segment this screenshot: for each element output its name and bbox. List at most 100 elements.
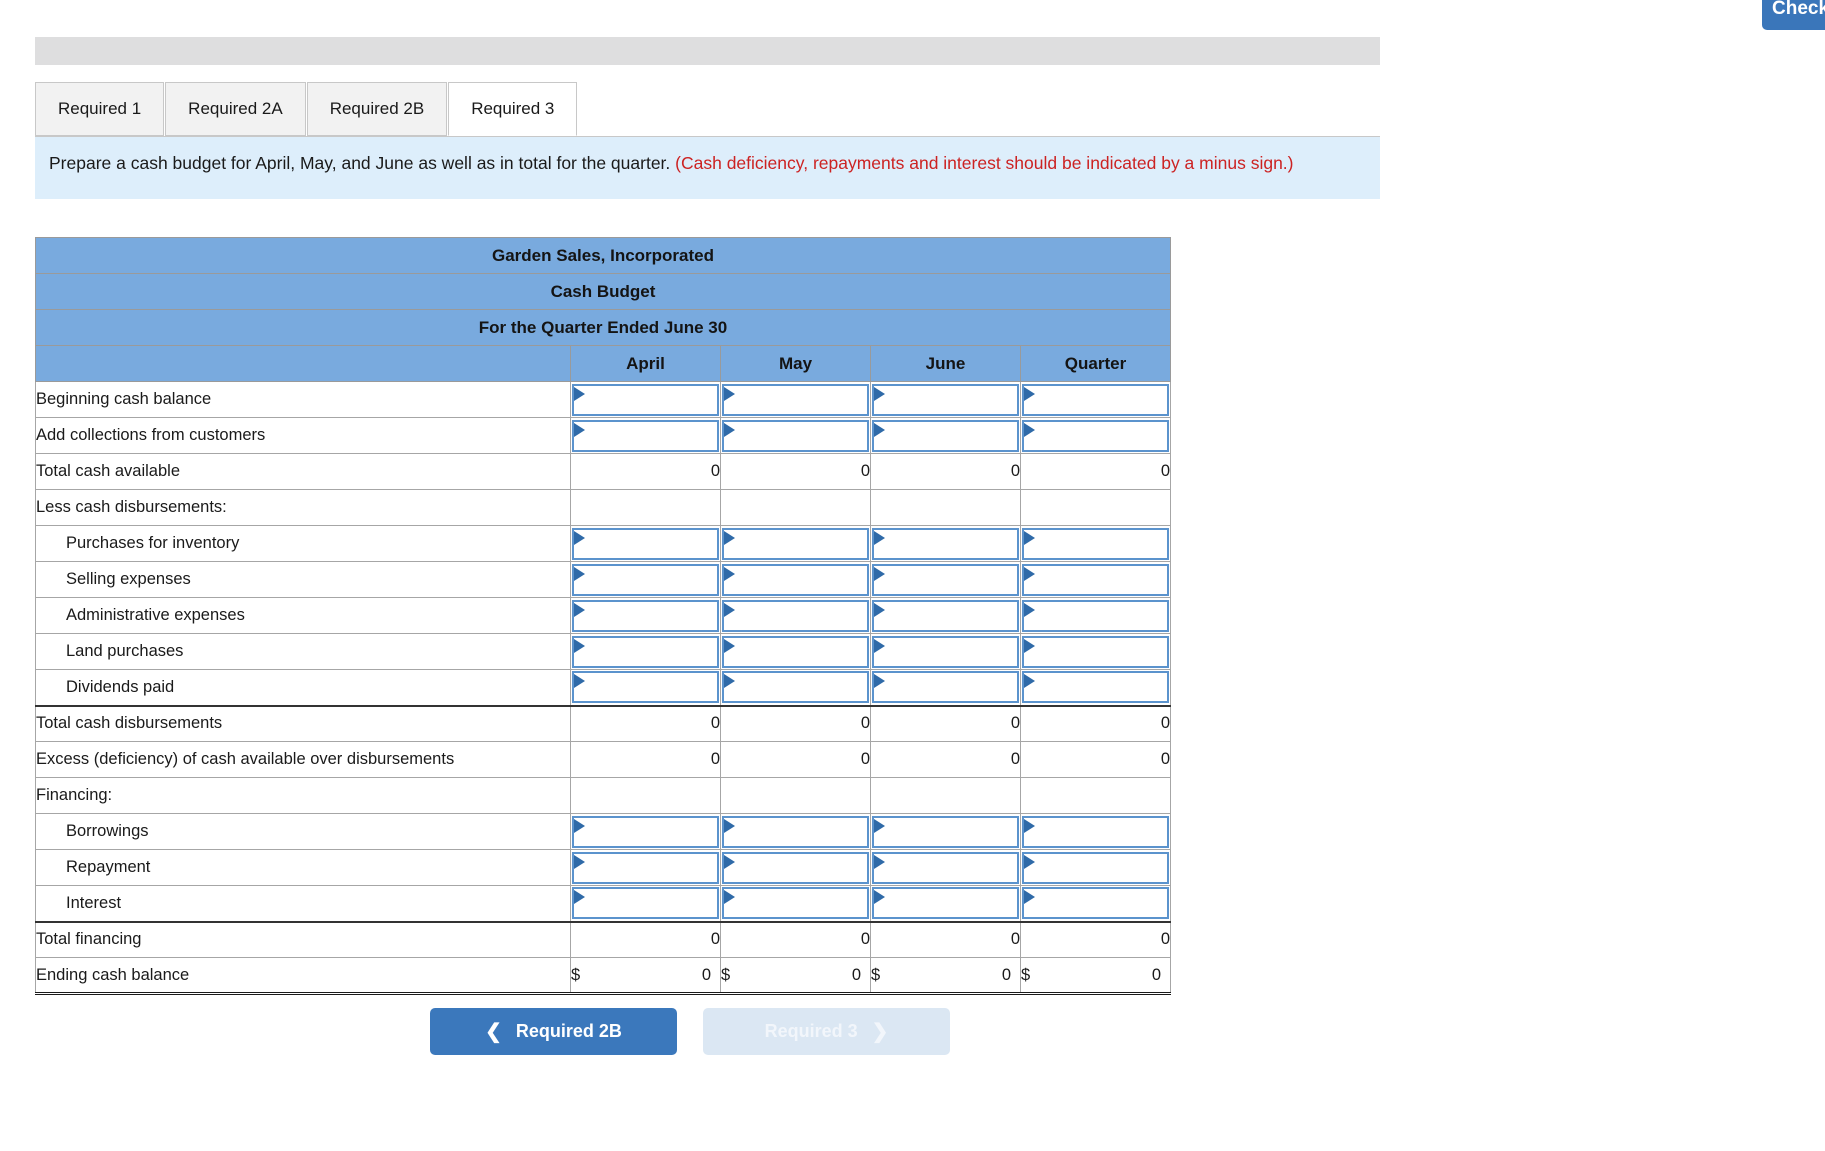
- prev-requirement-button[interactable]: ❮ Required 2B: [430, 1008, 677, 1055]
- amount-input[interactable]: [724, 529, 867, 558]
- amount-input-wrapper[interactable]: [872, 671, 1019, 704]
- input-cell[interactable]: [720, 417, 871, 454]
- amount-input[interactable]: [724, 817, 867, 846]
- amount-input-wrapper[interactable]: [572, 635, 719, 668]
- amount-input-wrapper[interactable]: [872, 383, 1019, 416]
- input-cell[interactable]: [870, 561, 1021, 598]
- amount-input-wrapper[interactable]: [1022, 851, 1169, 884]
- amount-input-wrapper[interactable]: [1022, 635, 1169, 668]
- amount-input-wrapper[interactable]: [1022, 563, 1169, 596]
- amount-input-wrapper[interactable]: [722, 671, 869, 704]
- amount-input[interactable]: [574, 673, 717, 702]
- amount-input-wrapper[interactable]: [722, 419, 869, 452]
- amount-input-wrapper[interactable]: [872, 599, 1019, 632]
- amount-input-wrapper[interactable]: [1022, 887, 1169, 920]
- amount-input[interactable]: [874, 889, 1017, 918]
- input-cell[interactable]: [720, 633, 871, 670]
- amount-input[interactable]: [574, 601, 717, 630]
- input-cell[interactable]: [570, 381, 721, 418]
- amount-input-wrapper[interactable]: [722, 887, 869, 920]
- amount-input-wrapper[interactable]: [722, 527, 869, 560]
- amount-input-wrapper[interactable]: [572, 419, 719, 452]
- input-cell[interactable]: [570, 813, 721, 850]
- amount-input[interactable]: [874, 529, 1017, 558]
- amount-input[interactable]: [574, 421, 717, 450]
- amount-input-wrapper[interactable]: [722, 599, 869, 632]
- tab-required-1[interactable]: Required 1: [35, 82, 165, 136]
- input-cell[interactable]: [1020, 813, 1171, 850]
- amount-input-wrapper[interactable]: [1022, 599, 1169, 632]
- amount-input-wrapper[interactable]: [572, 599, 719, 632]
- amount-input-wrapper[interactable]: [572, 563, 719, 596]
- amount-input[interactable]: [1024, 817, 1167, 846]
- amount-input[interactable]: [724, 637, 867, 666]
- input-cell[interactable]: [1020, 885, 1171, 922]
- amount-input-wrapper[interactable]: [572, 815, 719, 848]
- amount-input-wrapper[interactable]: [1022, 527, 1169, 560]
- amount-input[interactable]: [724, 601, 867, 630]
- amount-input[interactable]: [724, 565, 867, 594]
- input-cell[interactable]: [1020, 561, 1171, 598]
- input-cell[interactable]: [870, 381, 1021, 418]
- amount-input-wrapper[interactable]: [572, 851, 719, 884]
- amount-input-wrapper[interactable]: [572, 527, 719, 560]
- amount-input-wrapper[interactable]: [1022, 419, 1169, 452]
- input-cell[interactable]: [870, 525, 1021, 562]
- input-cell[interactable]: [720, 813, 871, 850]
- input-cell[interactable]: [570, 633, 721, 670]
- input-cell[interactable]: [720, 597, 871, 634]
- amount-input-wrapper[interactable]: [572, 887, 719, 920]
- amount-input[interactable]: [1024, 889, 1167, 918]
- amount-input[interactable]: [874, 853, 1017, 882]
- amount-input[interactable]: [1024, 421, 1167, 450]
- amount-input[interactable]: [724, 673, 867, 702]
- input-cell[interactable]: [720, 669, 871, 706]
- amount-input[interactable]: [574, 817, 717, 846]
- amount-input[interactable]: [874, 817, 1017, 846]
- input-cell[interactable]: [1020, 633, 1171, 670]
- amount-input-wrapper[interactable]: [722, 563, 869, 596]
- input-cell[interactable]: [1020, 597, 1171, 634]
- input-cell[interactable]: [570, 885, 721, 922]
- amount-input[interactable]: [724, 853, 867, 882]
- amount-input-wrapper[interactable]: [572, 671, 719, 704]
- amount-input[interactable]: [724, 421, 867, 450]
- amount-input[interactable]: [1024, 673, 1167, 702]
- input-cell[interactable]: [720, 849, 871, 886]
- amount-input[interactable]: [874, 565, 1017, 594]
- amount-input[interactable]: [574, 385, 717, 414]
- amount-input-wrapper[interactable]: [1022, 383, 1169, 416]
- amount-input-wrapper[interactable]: [872, 815, 1019, 848]
- amount-input-wrapper[interactable]: [872, 419, 1019, 452]
- tab-required-2b[interactable]: Required 2B: [306, 82, 448, 136]
- amount-input[interactable]: [724, 889, 867, 918]
- amount-input[interactable]: [1024, 529, 1167, 558]
- amount-input[interactable]: [574, 889, 717, 918]
- next-requirement-button[interactable]: Required 3 ❯: [703, 1008, 950, 1055]
- input-cell[interactable]: [870, 417, 1021, 454]
- amount-input-wrapper[interactable]: [722, 815, 869, 848]
- amount-input-wrapper[interactable]: [1022, 671, 1169, 704]
- amount-input[interactable]: [874, 637, 1017, 666]
- amount-input-wrapper[interactable]: [872, 527, 1019, 560]
- input-cell[interactable]: [720, 381, 871, 418]
- amount-input-wrapper[interactable]: [872, 635, 1019, 668]
- tab-required-3[interactable]: Required 3: [448, 82, 578, 136]
- amount-input[interactable]: [724, 385, 867, 414]
- amount-input[interactable]: [1024, 385, 1167, 414]
- amount-input[interactable]: [574, 529, 717, 558]
- input-cell[interactable]: [870, 849, 1021, 886]
- input-cell[interactable]: [720, 561, 871, 598]
- input-cell[interactable]: [570, 525, 721, 562]
- amount-input-wrapper[interactable]: [872, 563, 1019, 596]
- input-cell[interactable]: [570, 849, 721, 886]
- amount-input[interactable]: [1024, 601, 1167, 630]
- input-cell[interactable]: [570, 669, 721, 706]
- input-cell[interactable]: [570, 561, 721, 598]
- input-cell[interactable]: [720, 525, 871, 562]
- amount-input-wrapper[interactable]: [722, 635, 869, 668]
- input-cell[interactable]: [1020, 525, 1171, 562]
- amount-input-wrapper[interactable]: [722, 851, 869, 884]
- amount-input[interactable]: [574, 565, 717, 594]
- check-button[interactable]: Check: [1762, 0, 1825, 30]
